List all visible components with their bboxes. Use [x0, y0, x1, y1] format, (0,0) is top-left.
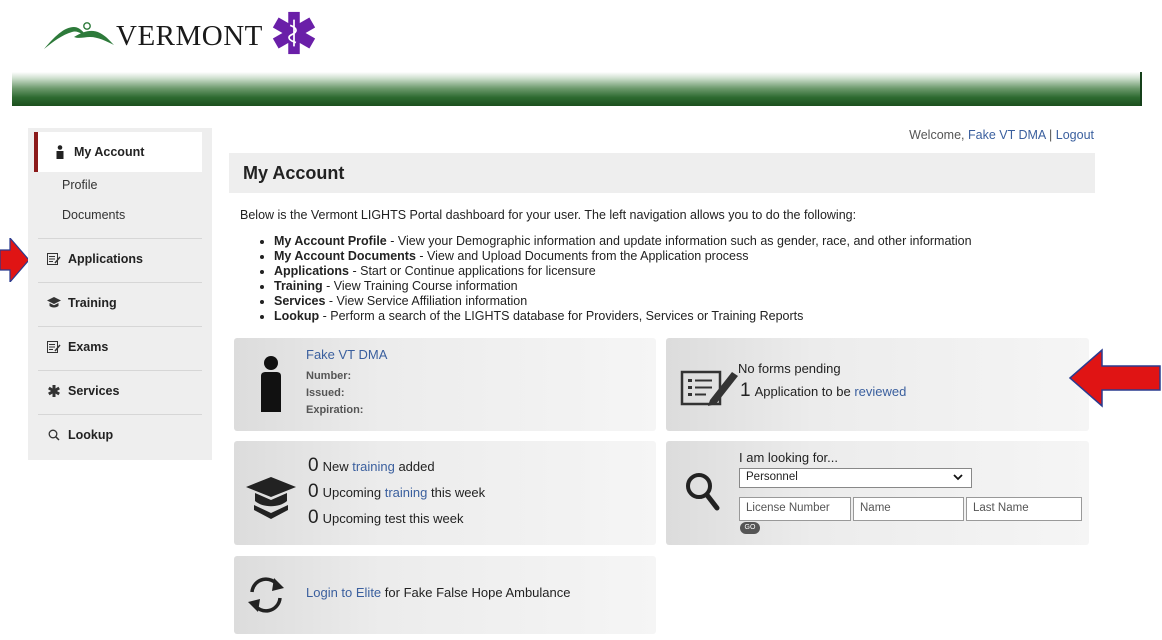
user-name-link[interactable]: Fake VT DMA: [306, 347, 387, 362]
list-item: Services - View Service Affiliation info…: [274, 294, 972, 309]
form-icon: [46, 339, 62, 355]
number-label: Number:: [306, 370, 352, 382]
list-item: Training - View Training Course informat…: [274, 279, 972, 294]
red-arrow-left-icon: [0, 238, 30, 282]
intro-text: Below is the Vermont LIGHTS Portal dashb…: [240, 208, 857, 222]
issued-label: Issued:: [306, 387, 345, 399]
sidebar-item-label: Training: [68, 295, 117, 310]
refresh-icon: [248, 577, 284, 613]
form-icon: [46, 251, 62, 267]
sidebar-subitem-profile[interactable]: Profile: [62, 178, 97, 192]
form-edit-icon: [680, 370, 738, 406]
upcoming-test-line: 0 Upcoming test this week: [308, 507, 464, 528]
applications-review-line: 1 Application to be reviewed: [740, 380, 906, 402]
elite-card: Login to Elite for Fake False Hope Ambul…: [234, 556, 656, 634]
search-icon: [46, 427, 62, 443]
welcome-bar: Welcome, Fake VT DMA | Logout: [909, 128, 1094, 142]
person-icon: [261, 356, 281, 412]
go-button[interactable]: GO: [740, 522, 760, 534]
sidebar: My Account Profile Documents Application…: [28, 128, 212, 460]
reviewed-link[interactable]: reviewed: [854, 384, 906, 399]
star-of-life-icon: [272, 11, 316, 55]
logout-link[interactable]: Logout: [1056, 128, 1094, 142]
user-link[interactable]: Fake VT DMA: [968, 128, 1046, 142]
feature-list: My Account Profile - View your Demograph…: [258, 234, 972, 324]
sidebar-item-my-account[interactable]: My Account: [34, 132, 202, 172]
page-title: My Account: [229, 153, 1095, 193]
graduation-cap-icon: [246, 477, 296, 519]
sidebar-item-label: My Account: [74, 145, 145, 159]
new-training-line: 0 New training added: [308, 455, 435, 476]
vermont-logo: VERMONT: [44, 8, 317, 58]
separator: |: [1045, 128, 1056, 142]
name-input[interactable]: Name: [853, 497, 964, 521]
list-item: My Account Profile - View your Demograph…: [274, 234, 972, 249]
sidebar-item-label: Applications: [68, 251, 144, 266]
search-icon: [686, 473, 720, 511]
sidebar-item-exams[interactable]: Exams: [38, 326, 202, 366]
training-link[interactable]: training: [352, 459, 395, 474]
mountain-logo-icon: [44, 22, 114, 49]
list-item: My Account Documents - View and Upload D…: [274, 249, 972, 264]
red-arrow-right-icon: [1068, 348, 1161, 408]
last-name-input[interactable]: Last Name: [966, 497, 1082, 521]
upcoming-training-line: 0 Upcoming training this week: [308, 481, 486, 502]
welcome-text: Welcome,: [909, 128, 968, 142]
application-count: 1: [740, 380, 751, 401]
star-of-life-icon: [46, 383, 62, 399]
elite-line: Login to Elite for Fake False Hope Ambul…: [306, 585, 571, 600]
header-green-bar: [12, 72, 1142, 106]
sidebar-item-label: Services: [68, 383, 120, 398]
expiration-label: Expiration:: [306, 404, 364, 416]
looking-for-label: I am looking for...: [739, 450, 838, 465]
sidebar-item-label: Exams: [68, 339, 109, 354]
chevron-down-icon: [953, 474, 963, 481]
sidebar-item-lookup[interactable]: Lookup: [38, 414, 202, 454]
training-link[interactable]: training: [385, 485, 428, 500]
training-card: 0 New training added 0 Upcoming training t…: [234, 441, 656, 545]
forms-card: No forms pending 1 Application to be revi…: [666, 338, 1089, 431]
sidebar-subitem-documents[interactable]: Documents: [62, 208, 125, 222]
user-card: Fake VT DMA Number: Issued: Expiration:: [234, 338, 656, 431]
sidebar-item-training[interactable]: Training: [38, 282, 202, 322]
forms-pending-text: No forms pending: [738, 361, 841, 376]
application-review-text: Application to be: [754, 384, 855, 399]
list-item: Lookup - Perform a search of the LIGHTS …: [274, 309, 972, 324]
sidebar-item-label: Lookup: [68, 427, 114, 442]
search-type-select[interactable]: Personnel: [739, 468, 972, 488]
person-icon: [52, 144, 68, 160]
sidebar-item-services[interactable]: Services: [38, 370, 202, 410]
sidebar-item-applications[interactable]: Applications: [38, 238, 202, 278]
login-to-elite-link[interactable]: Login to Elite: [306, 585, 381, 600]
graduation-cap-icon: [46, 295, 62, 311]
list-item: Applications - Start or Continue applica…: [274, 264, 972, 279]
search-card: I am looking for... Personnel License Nu…: [666, 441, 1089, 545]
select-value: Personnel: [746, 471, 798, 483]
license-number-input[interactable]: License Number: [739, 497, 851, 521]
vermont-wordmark: VERMONT: [116, 19, 263, 52]
